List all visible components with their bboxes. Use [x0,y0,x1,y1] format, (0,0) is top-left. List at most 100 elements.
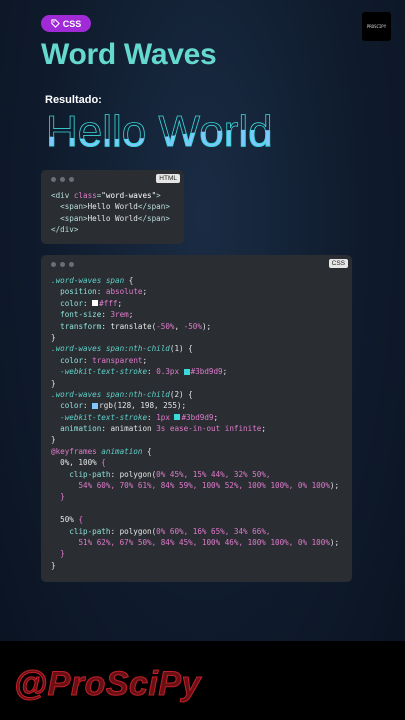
code-line: @keyframes animation { [51,446,342,457]
code-token: clip-path [69,469,111,479]
html-code-lines: <div class="word-waves"> <span>Hello Wor… [41,188,184,244]
code-token: } [51,378,56,388]
code-token: { [78,515,84,525]
code-token: Hello World [87,213,138,223]
code-line: 50% { [51,514,342,525]
code-token: } [60,492,65,502]
code-token: : [96,287,106,297]
code-token: } [51,435,56,445]
lang-label-html: HTML [156,174,180,183]
code-token: <span> [60,213,88,223]
code-line: 0%, 100% { [51,457,342,468]
code-token: } [51,560,56,570]
code-token: ; [213,412,219,422]
code-token: ; [261,424,266,434]
code-token: { [124,276,134,285]
code-token: #fff [99,298,118,308]
code-token: -50% [183,321,202,331]
code-token: : polygon( [110,469,157,479]
code-token: 0% 60%, 16% 65%, 34% 66%, [156,526,271,536]
code-token: animation [101,446,143,456]
code-token: : [83,298,93,308]
code-line: <div class="word-waves"> [51,190,174,201]
code-token: ); [201,321,212,331]
color-swatch [174,414,181,421]
code-token: : animation [101,424,157,434]
code-token: 0.3px [156,367,184,377]
hello-world-preview: Hello World Hello World [46,109,306,160]
code-token: -webkit-text-stroke [60,412,148,422]
color-swatch [92,402,99,409]
code-line: .word-waves span { [51,275,342,286]
code-token: #3bd9d9 [181,412,214,422]
code-token: </span> [137,213,170,223]
code-token: ; [142,287,148,297]
code-token: #3bd9d9 [190,367,223,377]
code-line: } [51,491,342,502]
code-token: rgb(128, 198, 255); [99,401,187,411]
css-badge: CSS [41,15,91,32]
code-line: -webkit-text-stroke: 0.3px #3bd9d9; [51,366,342,377]
code-token: (2) { [169,389,193,399]
code-token: ; [128,310,134,320]
code-token: -50% [156,321,175,331]
code-token: { [142,446,152,456]
code-line: .word-waves span:nth-child(2) { [51,389,342,400]
code-line: <span>Hello World</span> [51,213,174,224]
code-token: 3rem [110,310,129,320]
html-code-card: HTML <div class="word-waves"> <span>Hell… [41,170,184,244]
code-token: transform [60,321,102,331]
code-token: </span> [137,202,170,212]
code-line: color: transparent; [51,355,342,366]
css-code-card: CSS .word-waves span { position: absolut… [41,255,352,582]
code-line: clip-path: polygon(0% 45%, 15% 44%, 32% … [51,469,342,480]
code-line: animation: animation 3s ease-in-out infi… [51,423,342,434]
card-header: CSS [41,255,352,273]
code-token: : [147,412,157,422]
code-token: "word-waves" [101,191,157,200]
code-line: <span>Hello World</span> [51,201,174,212]
code-token: ); [329,481,340,491]
code-line: } [51,434,342,445]
footer-banner: @ProSciPy [0,641,405,720]
code-token: <span> [60,202,88,212]
code-token: ); [329,537,340,547]
code-token: position [60,287,97,297]
window-dots [51,177,74,182]
code-line: } [51,548,342,559]
page-title: Word Waves [41,38,217,71]
code-token: 3s ease-in-out infinite [156,424,262,434]
code-line: 51% 62%, 67% 50%, 84% 45%, 100% 46%, 100… [51,537,342,548]
code-token: } [51,332,56,342]
code-token: .word-waves span [51,276,125,285]
color-swatch [92,300,99,307]
code-line: position: absolute; [51,286,342,297]
code-token: { [101,458,106,468]
code-token: 1px [156,412,175,422]
css-code-lines: .word-waves span { position: absolute; c… [41,273,352,579]
code-token: </div> [51,225,79,235]
code-line: color: rgb(128, 198, 255); [51,400,342,411]
code-token: 0% 45%, 15% 44%, 32% 50%, [156,469,271,479]
code-line: -webkit-text-stroke: 1px #3bd9d9; [51,412,342,423]
window-dots [51,262,74,267]
code-token: : polygon( [110,526,157,536]
channel-logo: PROSCIPY [362,12,391,41]
tag-icon [51,19,60,28]
code-token: -webkit-text-stroke [60,367,148,377]
code-token: .word-waves span:nth-child [51,344,170,354]
code-token: 51% 62%, 67% 50%, 84% 45%, 100% 46%, 100… [78,537,330,547]
